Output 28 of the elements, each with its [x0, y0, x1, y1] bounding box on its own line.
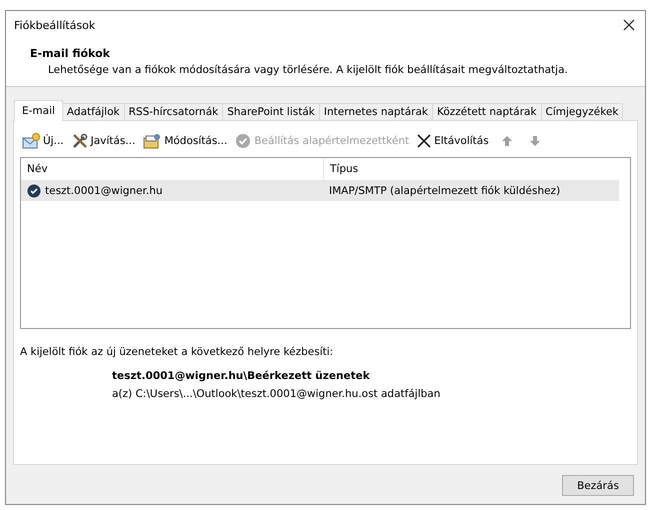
- column-header[interactable]: Típus: [324, 158, 619, 180]
- toolbar-button[interactable]: Javítás...: [72, 133, 136, 149]
- column-header[interactable]: Név: [21, 158, 324, 180]
- section-title: E-mail fiókok: [30, 47, 111, 60]
- envelope-icon: [22, 133, 40, 149]
- data-file-path: a(z) C:\Users\...\Outlook\teszt.0001@wigner.hu.ost adatfájlban: [112, 388, 442, 400]
- tab[interactable]: Közzétett naptárak: [432, 103, 542, 120]
- window-title: Fiókbeállítások: [14, 18, 96, 32]
- tab[interactable]: Címjegyzékek: [540, 103, 624, 120]
- tab[interactable]: E-mail: [14, 100, 63, 121]
- delivery-folder: teszt.0001@wigner.hu\Beérkezett üzenetek: [112, 370, 371, 382]
- tab[interactable]: Internetes naptárak: [318, 103, 433, 120]
- close-button[interactable]: Bezárás: [562, 475, 634, 496]
- section-description: Lehetősége van a fiókok módosítására vagy törlésére. A kijelölt fiók beállításait megváltoztathatja.: [47, 64, 569, 76]
- account-row[interactable]: teszt.0001@wigner.hu IMAP/SMTP (alapértelmezett fiók küldéshez): [21, 181, 619, 201]
- tools-icon: [72, 133, 88, 149]
- check-circle-icon: [235, 133, 252, 149]
- tab[interactable]: Adatfájlok: [62, 103, 125, 120]
- down-arrow-icon: [528, 135, 541, 147]
- toolbar-button[interactable]: Eltávolítás: [417, 134, 489, 148]
- toolbar-button[interactable]: Új...: [22, 133, 64, 149]
- toolbar-button[interactable]: Módosítás...: [143, 133, 228, 149]
- delivery-text: A kijelölt fiók az új üzeneteket a következő helyre kézbesíti:: [20, 346, 334, 358]
- x-icon: [417, 134, 432, 148]
- account-type: IMAP/SMTP (alapértelmezett fiók küldéshez): [329, 185, 560, 197]
- up-arrow-icon: [500, 135, 513, 147]
- account-name: teszt.0001@wigner.hu: [45, 185, 163, 197]
- close-icon[interactable]: [623, 19, 635, 31]
